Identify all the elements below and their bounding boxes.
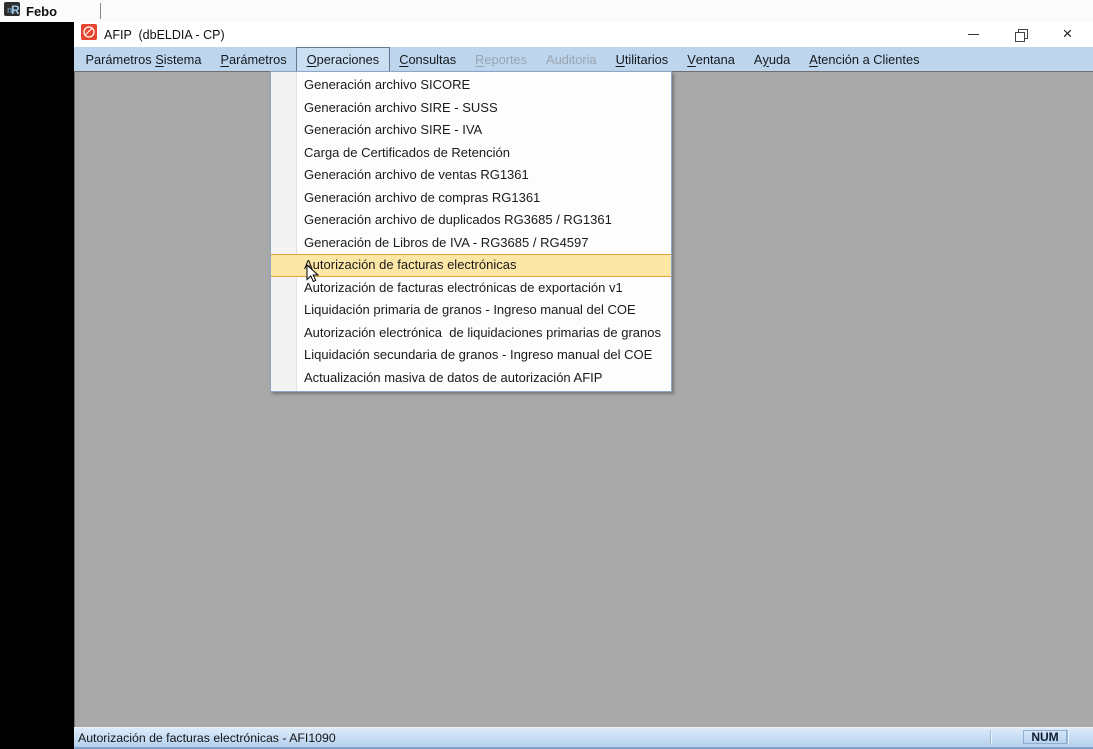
close-icon: × <box>1063 25 1073 42</box>
menu-label-post: tención a Clientes <box>818 52 920 67</box>
menu-label-accel: C <box>399 52 408 67</box>
afip-app-icon <box>81 24 97 45</box>
menubar-item[interactable]: Parámetros Sistema <box>76 47 211 71</box>
menubar-item[interactable]: Atención a Clientes <box>800 47 929 71</box>
svg-text:R: R <box>11 3 20 16</box>
dropdown-menu-item[interactable]: Generación de Libros de IVA - RG3685 / R… <box>271 232 671 255</box>
restore-button[interactable] <box>997 22 1044 47</box>
menubar-item: Reportes <box>466 47 537 71</box>
menu-label-post: uda <box>769 52 790 67</box>
menu-label-accel: A <box>809 52 818 67</box>
dropdown-item-label: Liquidación secundaria de granos - Ingre… <box>304 347 652 362</box>
status-separator <box>990 730 991 744</box>
menu-label-post: arámetros <box>229 52 287 67</box>
menu-label-post: entana <box>696 52 735 67</box>
dropdown-item-label: Actualización masiva de datos de autoriz… <box>304 370 602 385</box>
dropdown-menu-item[interactable]: Generación archivo SIRE - SUSS <box>271 97 671 120</box>
tab-label: Febo <box>26 4 57 19</box>
menu-label-accel: U <box>616 52 625 67</box>
dropdown-menu-item[interactable]: Carga de Certificados de Retención <box>271 142 671 165</box>
menubar-item: Auditoria <box>537 47 607 71</box>
dropdown-menu-item[interactable]: Generación archivo SICORE <box>271 74 671 97</box>
dropdown-item-label: Autorización de facturas electrónicas de… <box>304 280 623 295</box>
remote-session-tab-bar: m R Febo <box>0 0 1093 22</box>
mouse-cursor <box>306 264 320 289</box>
dropdown-item-label: Generación archivo SICORE <box>304 77 470 92</box>
menu-label-post: tilitarios <box>625 52 668 67</box>
mremoteng-icon: m R <box>4 2 20 21</box>
num-lock-indicator: NUM <box>1023 730 1067 744</box>
dropdown-item-label: Generación de Libros de IVA - RG3685 / R… <box>304 235 588 250</box>
close-button[interactable]: × <box>1044 22 1091 47</box>
menubar-item[interactable]: Ayuda <box>744 47 799 71</box>
menu-label-accel: V <box>687 52 696 67</box>
window-title: AFIP (dbELDIA - CP) <box>104 28 225 42</box>
dropdown-menu-item[interactable]: Liquidación secundaria de granos - Ingre… <box>271 344 671 367</box>
dropdown-item-label: Generación archivo SIRE - SUSS <box>304 100 498 115</box>
status-message: Autorización de facturas electrónicas - … <box>78 731 336 745</box>
menu-label-post: eportes <box>484 52 527 67</box>
dropdown-menu-item[interactable]: Autorización electrónica de liquidacione… <box>271 322 671 345</box>
menubar-item[interactable]: Operaciones <box>296 47 390 71</box>
menubar-item[interactable]: Utilitarios <box>606 47 678 71</box>
dropdown-item-label: Carga de Certificados de Retención <box>304 145 510 160</box>
status-separator <box>1067 730 1068 744</box>
menu-label-accel: P <box>220 52 229 67</box>
title-bar[interactable]: AFIP (dbELDIA - CP) × <box>74 22 1093 47</box>
dropdown-item-label: Generación archivo de compras RG1361 <box>304 190 540 205</box>
menubar-item[interactable]: Consultas <box>390 47 466 71</box>
menubar-item[interactable]: Parámetros <box>211 47 296 71</box>
menu-label-accel: O <box>307 52 317 67</box>
dropdown-menu-item[interactable]: Liquidación primaria de granos - Ingreso… <box>271 299 671 322</box>
tab-febo[interactable]: m R Febo <box>0 0 67 22</box>
menu-label-post: peraciones <box>317 52 380 67</box>
operaciones-dropdown-menu: Generación archivo SICORE Generación arch… <box>270 71 672 392</box>
dropdown-menu-item[interactable]: Autorización de facturas electrónicas <box>271 254 671 277</box>
menu-label-pre: Parámetros <box>86 52 156 67</box>
menu-label-accel: S <box>155 52 164 67</box>
dropdown-menu-item[interactable]: Generación archivo SIRE - IVA <box>271 119 671 142</box>
menu-label-pre: A <box>754 52 763 67</box>
window-controls: × <box>950 22 1091 47</box>
minimize-button[interactable] <box>950 22 997 47</box>
dropdown-item-label: Autorización de facturas electrónicas <box>304 257 516 272</box>
menu-label-post: istema <box>164 52 202 67</box>
status-bar: Autorización de facturas electrónicas - … <box>74 727 1093 749</box>
dropdown-item-label: Generación archivo SIRE - IVA <box>304 122 482 137</box>
tab-separator <box>100 3 101 19</box>
menu-label-pre: Auditoria <box>546 52 597 67</box>
dropdown-item-label: Generación archivo de ventas RG1361 <box>304 167 529 182</box>
menu-label-accel: R <box>475 52 484 67</box>
menu-bar: Parámetros SistemaParámetrosOperacionesC… <box>74 47 1093 71</box>
menu-label-post: onsultas <box>408 52 456 67</box>
dropdown-menu-item[interactable]: Generación archivo de duplicados RG3685 … <box>271 209 671 232</box>
dropdown-menu-item[interactable]: Generación archivo de ventas RG1361 <box>271 164 671 187</box>
restore-icon <box>1015 29 1026 40</box>
dropdown-item-label: Generación archivo de duplicados RG3685 … <box>304 212 612 227</box>
dropdown-menu-item[interactable]: Autorización de facturas electrónicas de… <box>271 277 671 300</box>
dropdown-menu-item[interactable]: Actualización masiva de datos de autoriz… <box>271 367 671 390</box>
dropdown-menu-item[interactable]: Generación archivo de compras RG1361 <box>271 187 671 210</box>
dropdown-item-label: Autorización electrónica de liquidacione… <box>304 325 661 340</box>
menubar-item[interactable]: Ventana <box>678 47 745 71</box>
desktop: m R Febo AFIP (dbELDIA - CP) <box>0 0 1093 749</box>
dropdown-item-label: Liquidación primaria de granos - Ingreso… <box>304 302 636 317</box>
minimize-icon <box>968 34 979 35</box>
